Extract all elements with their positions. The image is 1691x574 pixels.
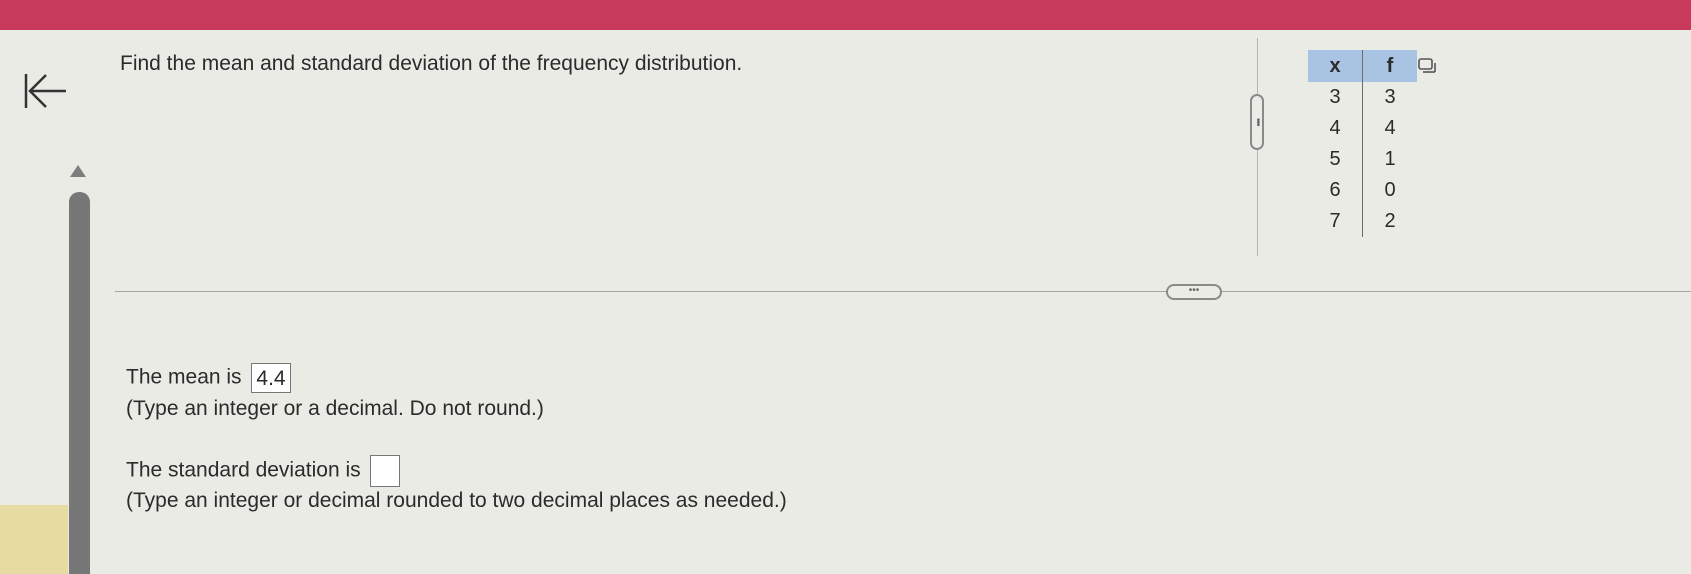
left-strip: [0, 505, 68, 574]
back-arrow-icon[interactable]: [22, 70, 70, 112]
cell-x: 3: [1308, 82, 1363, 113]
table-row: 6 0: [1308, 175, 1417, 206]
cell-x: 7: [1308, 206, 1363, 237]
mean-label: The mean is: [126, 365, 242, 389]
horizontal-divider: [115, 291, 1691, 292]
cell-f: 4: [1384, 117, 1396, 139]
table-row: 4 4: [1308, 113, 1417, 144]
table-header-row: x f: [1308, 50, 1417, 82]
std-hint: (Type an integer or decimal rounded to t…: [126, 489, 787, 512]
std-label: The standard deviation is: [126, 458, 361, 482]
column-header-f: f: [1362, 50, 1417, 82]
question-text: Find the mean and standard deviation of …: [120, 52, 743, 75]
cell-f: 0: [1384, 179, 1396, 201]
vertical-handle-dots: •••: [1252, 118, 1263, 126]
cell-x: 5: [1308, 144, 1363, 175]
copy-icon[interactable]: [1418, 58, 1436, 74]
table-row: 7 2: [1308, 206, 1417, 237]
std-answer-field[interactable]: [370, 455, 401, 487]
std-line: The standard deviation is: [126, 455, 401, 487]
cell-f: 2: [1384, 210, 1396, 232]
table-row: 5 1: [1308, 144, 1417, 175]
cell-x: 6: [1308, 175, 1363, 206]
column-header-x: x: [1308, 50, 1363, 82]
vertical-resize-handle[interactable]: •••: [1250, 94, 1264, 150]
mean-line: The mean is 4.4: [126, 363, 291, 393]
frequency-table: x f 3 3 4 4 5 1 6 0 7 2: [1308, 50, 1417, 237]
mean-hint: (Type an integer or a decimal. Do not ro…: [126, 397, 544, 420]
mean-answer-field[interactable]: 4.4: [251, 363, 291, 393]
horizontal-resize-handle[interactable]: •••: [1166, 284, 1222, 300]
cell-x: 4: [1308, 113, 1363, 144]
cell-f: 3: [1384, 86, 1396, 108]
table-row: 3 3: [1308, 82, 1417, 113]
cell-f: 1: [1384, 148, 1396, 170]
scrollbar-thumb[interactable]: [69, 192, 90, 574]
top-banner: [0, 0, 1691, 30]
scroll-up-arrow-icon[interactable]: [70, 165, 86, 177]
